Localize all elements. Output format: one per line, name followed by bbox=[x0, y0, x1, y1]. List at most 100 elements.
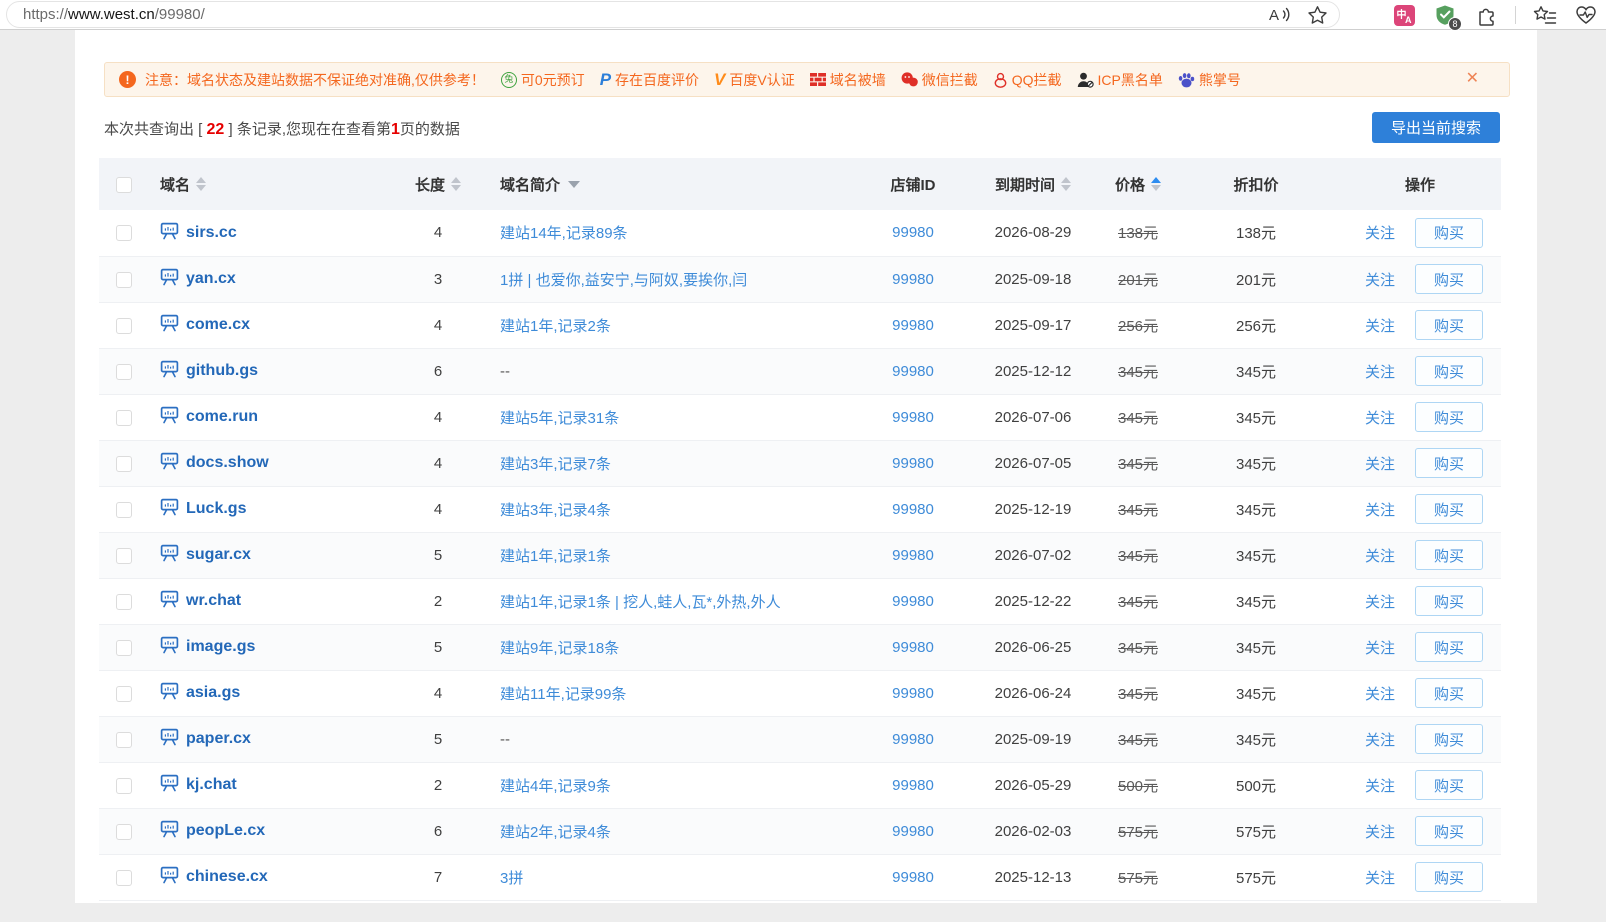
row-checkbox[interactable] bbox=[116, 456, 132, 472]
sort-arrows-icon[interactable] bbox=[1151, 177, 1161, 191]
follow-link[interactable]: 关注 bbox=[1365, 637, 1395, 658]
browser-essentials-heart-icon[interactable] bbox=[1574, 3, 1598, 27]
sort-arrows-icon[interactable] bbox=[451, 177, 461, 191]
shop-id-link[interactable]: 99980 bbox=[892, 363, 934, 380]
shop-id-link[interactable]: 99980 bbox=[892, 823, 934, 840]
domain-link[interactable]: come.cx bbox=[186, 316, 250, 333]
domain-desc-link[interactable]: 建站1年,记录2条 bbox=[500, 318, 611, 335]
row-checkbox[interactable] bbox=[116, 870, 132, 886]
domain-link[interactable]: sirs.cc bbox=[186, 224, 237, 241]
follow-link[interactable]: 关注 bbox=[1365, 591, 1395, 612]
domain-desc-link[interactable]: 建站9年,记录18条 bbox=[500, 640, 619, 657]
buy-button[interactable]: 购买 bbox=[1415, 770, 1483, 800]
follow-link[interactable]: 关注 bbox=[1365, 315, 1395, 336]
row-checkbox[interactable] bbox=[116, 778, 132, 794]
row-checkbox[interactable] bbox=[116, 732, 132, 748]
follow-link[interactable]: 关注 bbox=[1365, 775, 1395, 796]
domain-desc-link[interactable]: 建站3年,记录7条 bbox=[500, 456, 611, 473]
shop-id-link[interactable]: 99980 bbox=[892, 224, 934, 241]
shop-id-link[interactable]: 99980 bbox=[892, 593, 934, 610]
header-desc[interactable]: 域名简介 bbox=[500, 174, 580, 195]
domain-desc-link[interactable]: -- bbox=[500, 731, 510, 748]
domain-link[interactable]: paper.cx bbox=[186, 730, 251, 747]
row-checkbox[interactable] bbox=[116, 548, 132, 564]
filter-caret-icon[interactable] bbox=[568, 181, 580, 188]
header-length[interactable]: 长度 bbox=[415, 174, 461, 195]
row-checkbox[interactable] bbox=[116, 318, 132, 334]
follow-link[interactable]: 关注 bbox=[1365, 729, 1395, 750]
extensions-puzzle-icon[interactable] bbox=[1474, 3, 1498, 27]
header-expiry[interactable]: 到期时间 bbox=[995, 174, 1071, 195]
buy-button[interactable]: 购买 bbox=[1415, 264, 1483, 294]
domain-link[interactable]: wr.chat bbox=[186, 592, 241, 609]
shop-id-link[interactable]: 99980 bbox=[892, 639, 934, 656]
close-icon[interactable]: ✕ bbox=[1466, 71, 1479, 87]
domain-link[interactable]: docs.show bbox=[186, 454, 269, 471]
row-checkbox[interactable] bbox=[116, 364, 132, 380]
translate-icon[interactable]: 中A bbox=[1392, 3, 1416, 27]
domain-link[interactable]: peopLe.cx bbox=[186, 822, 265, 839]
shop-id-link[interactable]: 99980 bbox=[892, 501, 934, 518]
domain-desc-link[interactable]: 3拼 bbox=[500, 870, 523, 887]
buy-button[interactable]: 购买 bbox=[1415, 540, 1483, 570]
buy-button[interactable]: 购买 bbox=[1415, 356, 1483, 386]
defender-shield-icon[interactable]: 8 bbox=[1433, 3, 1457, 27]
domain-desc-link[interactable]: 建站11年,记录99条 bbox=[500, 686, 626, 703]
header-price[interactable]: 价格 bbox=[1115, 174, 1161, 195]
sort-arrows-icon[interactable] bbox=[196, 177, 206, 191]
shop-id-link[interactable]: 99980 bbox=[892, 869, 934, 886]
select-all-checkbox[interactable] bbox=[116, 177, 132, 193]
domain-desc-link[interactable]: 建站2年,记录4条 bbox=[500, 824, 611, 841]
row-checkbox[interactable] bbox=[116, 686, 132, 702]
domain-link[interactable]: sugar.cx bbox=[186, 546, 251, 563]
shop-id-link[interactable]: 99980 bbox=[892, 455, 934, 472]
shop-id-link[interactable]: 99980 bbox=[892, 317, 934, 334]
buy-button[interactable]: 购买 bbox=[1415, 862, 1483, 892]
follow-link[interactable]: 关注 bbox=[1365, 453, 1395, 474]
row-checkbox[interactable] bbox=[116, 640, 132, 656]
domain-link[interactable]: kj.chat bbox=[186, 776, 237, 793]
header-domain[interactable]: 域名 bbox=[160, 174, 206, 195]
domain-desc-link[interactable]: 建站5年,记录31条 bbox=[500, 410, 619, 427]
buy-button[interactable]: 购买 bbox=[1415, 678, 1483, 708]
domain-link[interactable]: come.run bbox=[186, 408, 258, 425]
buy-button[interactable]: 购买 bbox=[1415, 402, 1483, 432]
row-checkbox[interactable] bbox=[116, 225, 132, 241]
buy-button[interactable]: 购买 bbox=[1415, 632, 1483, 662]
export-search-button[interactable]: 导出当前搜索 bbox=[1372, 112, 1500, 143]
shop-id-link[interactable]: 99980 bbox=[892, 409, 934, 426]
row-checkbox[interactable] bbox=[116, 502, 132, 518]
shop-id-link[interactable]: 99980 bbox=[892, 685, 934, 702]
follow-link[interactable]: 关注 bbox=[1365, 222, 1395, 243]
follow-link[interactable]: 关注 bbox=[1365, 499, 1395, 520]
shop-id-link[interactable]: 99980 bbox=[892, 547, 934, 564]
domain-desc-link[interactable]: -- bbox=[500, 363, 510, 380]
follow-link[interactable]: 关注 bbox=[1365, 407, 1395, 428]
shop-id-link[interactable]: 99980 bbox=[892, 777, 934, 794]
follow-link[interactable]: 关注 bbox=[1365, 683, 1395, 704]
favorite-star-icon[interactable] bbox=[1305, 3, 1329, 27]
sort-arrows-icon[interactable] bbox=[1061, 177, 1071, 191]
domain-link[interactable]: yan.cx bbox=[186, 270, 236, 287]
buy-button[interactable]: 购买 bbox=[1415, 724, 1483, 754]
domain-desc-link[interactable]: 建站14年,记录89条 bbox=[500, 225, 628, 242]
buy-button[interactable]: 购买 bbox=[1415, 310, 1483, 340]
read-aloud-icon[interactable]: A bbox=[1267, 3, 1291, 27]
domain-link[interactable]: asia.gs bbox=[186, 684, 240, 701]
domain-link[interactable]: github.gs bbox=[186, 362, 258, 379]
address-bar[interactable]: https://www.west.cn/99980/ A bbox=[6, 1, 1340, 28]
buy-button[interactable]: 购买 bbox=[1415, 586, 1483, 616]
row-checkbox[interactable] bbox=[116, 410, 132, 426]
domain-desc-link[interactable]: 建站3年,记录4条 bbox=[500, 502, 611, 519]
row-checkbox[interactable] bbox=[116, 824, 132, 840]
follow-link[interactable]: 关注 bbox=[1365, 545, 1395, 566]
row-checkbox[interactable] bbox=[116, 272, 132, 288]
domain-link[interactable]: image.gs bbox=[186, 638, 255, 655]
buy-button[interactable]: 购买 bbox=[1415, 448, 1483, 478]
buy-button[interactable]: 购买 bbox=[1415, 816, 1483, 846]
row-checkbox[interactable] bbox=[116, 594, 132, 610]
domain-desc-link[interactable]: 1拼 | 也爱你,益安宁,与阿奴,要挨你,闫 bbox=[500, 272, 747, 289]
domain-link[interactable]: Luck.gs bbox=[186, 500, 246, 517]
domain-desc-link[interactable]: 建站4年,记录9条 bbox=[500, 778, 611, 795]
buy-button[interactable]: 购买 bbox=[1415, 218, 1483, 248]
